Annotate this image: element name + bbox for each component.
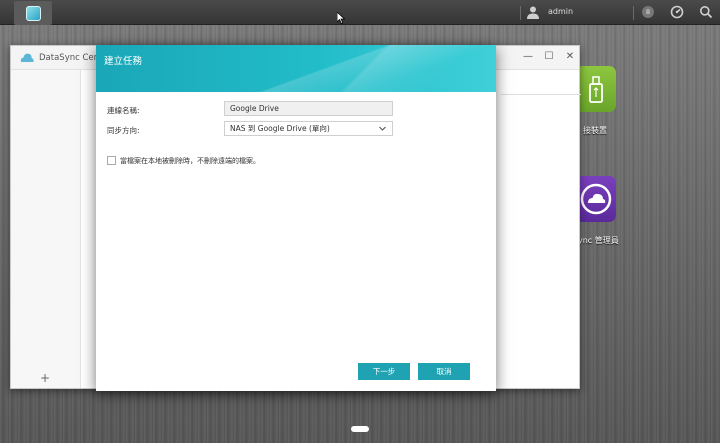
sync-direction-select[interactable]: NAS 到 Google Drive (單向) (224, 121, 393, 136)
close-button[interactable]: ✕ (563, 50, 577, 64)
keep-remote-files-label[interactable]: 當檔案在本地被刪除時，不刪除遠端的檔案。 (120, 156, 260, 166)
sync-direction-label: 同步方向: (107, 126, 140, 135)
sidebar: + (11, 70, 81, 388)
taskbar: admin (0, 0, 720, 25)
user-icon[interactable] (526, 5, 540, 19)
datasync-manager-app-icon[interactable] (576, 176, 616, 222)
external-device-app-icon[interactable] (576, 66, 616, 112)
mouse-cursor-icon (337, 12, 345, 24)
maximize-button[interactable]: ☐ (542, 50, 556, 64)
next-button[interactable]: 下一步 (358, 363, 410, 380)
datasync-manager-label: ync 管理員 (578, 236, 619, 245)
datasync-app-icon (25, 5, 41, 21)
add-task-button[interactable]: + (40, 371, 50, 385)
dashboard-icon[interactable] (670, 5, 684, 19)
app-launcher-button[interactable] (14, 1, 52, 25)
chevron-down-icon (379, 126, 386, 131)
dialog-header[interactable]: 建立任務 (96, 45, 496, 92)
search-icon[interactable] (699, 5, 713, 19)
user-name[interactable]: admin (548, 7, 573, 16)
cancel-button[interactable]: 取消 (418, 363, 470, 380)
datasync-cloud-icon (580, 183, 612, 215)
connection-name-input[interactable]: Google Drive (224, 101, 393, 116)
usb-icon (589, 76, 603, 103)
notification-icon[interactable] (641, 5, 655, 19)
connection-name-label: 連線名稱: (107, 106, 140, 115)
minimize-button[interactable]: — (521, 50, 535, 64)
external-device-label: 接裝置 (583, 126, 607, 135)
sync-direction-value: NAS 到 Google Drive (單向) (230, 124, 330, 133)
taskbar-divider (520, 6, 521, 20)
datasync-cloud-icon (20, 53, 34, 62)
divider (501, 94, 581, 95)
create-task-dialog: 建立任務 連線名稱: Google Drive 同步方向: NAS 到 Goog… (96, 45, 496, 391)
taskbar-divider (633, 6, 634, 20)
dock-handle[interactable] (351, 426, 369, 432)
keep-remote-files-checkbox[interactable] (107, 156, 116, 165)
dialog-title: 建立任務 (104, 56, 143, 67)
